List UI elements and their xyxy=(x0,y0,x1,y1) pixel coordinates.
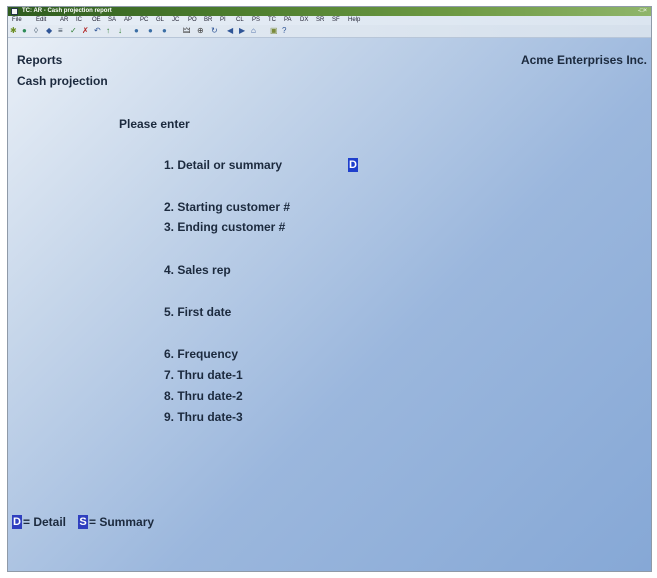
field-label-thru-date-2: 8. Thru date-2 xyxy=(164,389,243,403)
company-name: Acme Enterprises Inc. xyxy=(520,53,647,67)
list-icon[interactable]: ≡ xyxy=(58,26,63,36)
app-icon[interactable]: ✱ xyxy=(10,26,17,36)
menu-ps[interactable]: PS xyxy=(252,16,260,25)
next-icon[interactable]: ▶ xyxy=(239,26,245,36)
menu-ap[interactable]: AP xyxy=(124,16,132,25)
field-label-starting-customer: 2. Starting customer # xyxy=(164,200,291,214)
field-label-thru-date-3: 9. Thru date-3 xyxy=(164,410,243,424)
menu-sa[interactable]: SA xyxy=(108,16,116,25)
window-title: TC: AR - Cash projection report xyxy=(22,8,112,14)
menu-oe[interactable]: OE xyxy=(92,16,101,25)
zoom-icon[interactable]: ⊕ xyxy=(197,26,204,36)
field-label-detail-or-summary: 1. Detail or summary xyxy=(164,158,283,172)
legend-text-detail: = Detail xyxy=(23,515,67,529)
check-icon[interactable]: ✓ xyxy=(70,26,77,36)
menu-file[interactable]: File xyxy=(12,16,22,25)
circle3-icon[interactable]: ● xyxy=(162,26,167,36)
help-icon[interactable]: ? xyxy=(282,26,286,36)
menu-ar[interactable]: AR xyxy=(60,16,68,25)
menu-sf[interactable]: SF xyxy=(332,16,340,25)
screen-heading: Reports xyxy=(17,53,63,67)
menu-dx[interactable]: DX xyxy=(300,16,308,25)
menu-pa[interactable]: PA xyxy=(284,16,292,25)
save-icon[interactable]: ● xyxy=(22,26,27,36)
refresh-icon[interactable]: ↻ xyxy=(211,26,218,36)
home-icon[interactable]: ⌂ xyxy=(251,26,256,36)
menu-tc[interactable]: TC xyxy=(268,16,276,25)
menu-br[interactable]: BR xyxy=(204,16,212,25)
clear-icon[interactable]: ◆ xyxy=(46,26,52,36)
x-icon[interactable]: ✗ xyxy=(82,26,89,36)
up-icon[interactable]: ↑ xyxy=(106,26,110,36)
legend-key-detail: D xyxy=(12,515,22,529)
menu-po[interactable]: PO xyxy=(188,16,197,25)
circle1-icon[interactable]: ● xyxy=(134,26,139,36)
down-icon[interactable]: ↓ xyxy=(118,26,122,36)
toolbar: ✱ ● ◊ ◆ ≡ ✓ ✗ ↶ ↑ ↓ ● ● ● 🜲 ⊕ ↻ ◀ ▶ ⌂ ▣? xyxy=(8,25,651,38)
field-label-thru-date-1: 7. Thru date-1 xyxy=(164,368,243,382)
legend-text-summary: = Summary xyxy=(89,515,155,529)
circle2-icon[interactable]: ● xyxy=(148,26,153,36)
menu-bar: File Edit AR IC OE SA AP PC GL JC PO BR PI CL PS TC PA DX… xyxy=(8,16,651,25)
find-icon[interactable]: ◊ xyxy=(34,26,38,36)
app-window: TC: AR - Cash projection report -□× File… xyxy=(7,6,652,572)
menu-gl[interactable]: GL xyxy=(156,16,164,25)
menu-sr[interactable]: SR xyxy=(316,16,324,25)
field-label-ending-customer: 3. Ending customer # xyxy=(164,220,286,234)
report-name: Cash projection xyxy=(17,74,108,88)
window-controls[interactable]: -□× xyxy=(638,8,647,15)
prev-icon[interactable]: ◀ xyxy=(227,26,233,36)
menu-ic[interactable]: IC xyxy=(76,16,82,25)
lock-icon[interactable]: ▣ xyxy=(270,26,278,36)
menu-help[interactable]: Help xyxy=(348,16,360,25)
binoculars-icon[interactable]: 🜲 xyxy=(183,26,190,36)
field-label-frequency: 6. Frequency xyxy=(164,347,239,361)
detail-or-summary-input[interactable]: D xyxy=(348,158,358,172)
title-bar: TC: AR - Cash projection report -□× xyxy=(8,7,651,16)
field-label-sales-rep: 4. Sales rep xyxy=(164,263,231,277)
field-label-first-date: 5. First date xyxy=(164,305,232,319)
undo-icon[interactable]: ↶ xyxy=(94,26,101,36)
legend-key-summary: S xyxy=(78,515,88,529)
window-app-icon xyxy=(11,8,18,15)
menu-edit[interactable]: Edit xyxy=(36,16,46,25)
menu-pc[interactable]: PC xyxy=(140,16,148,25)
menu-pi[interactable]: PI xyxy=(220,16,226,25)
menu-jc[interactable]: JC xyxy=(172,16,179,25)
prompt-text: Please enter xyxy=(119,117,190,131)
menu-cl[interactable]: CL xyxy=(236,16,244,25)
